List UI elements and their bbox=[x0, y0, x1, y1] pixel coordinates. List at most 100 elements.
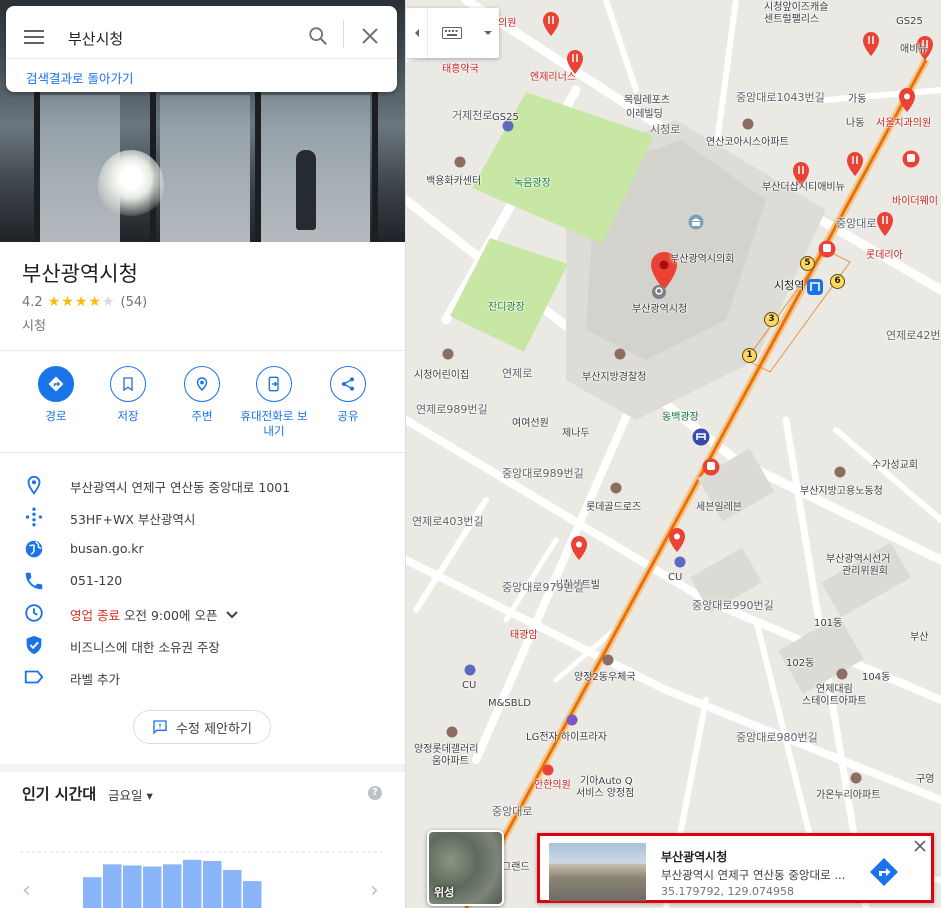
map-place-label[interactable]: 센트럴팰리스 bbox=[764, 14, 819, 26]
city-hall-icon[interactable] bbox=[651, 284, 667, 300]
map-place-label[interactable]: 부산광역시선거 bbox=[826, 554, 890, 566]
restaurant-pin-icon[interactable] bbox=[566, 50, 584, 74]
map-place-label[interactable]: 바이더웨이 bbox=[892, 196, 938, 208]
map-place-label[interactable]: 가동 bbox=[848, 94, 866, 106]
dental-pin-icon[interactable] bbox=[898, 88, 916, 112]
convenience-store-icon[interactable] bbox=[464, 664, 476, 676]
nearby-button[interactable]: 주변 bbox=[164, 366, 240, 424]
government-building-icon[interactable] bbox=[688, 214, 704, 230]
map-place-label[interactable]: 시청어린이집 bbox=[414, 370, 469, 382]
map-place-label[interactable]: 수가성교회 bbox=[872, 460, 918, 472]
metro-station-icon[interactable] bbox=[806, 278, 824, 296]
restaurant-pin-icon[interactable] bbox=[876, 212, 894, 236]
map-place-label[interactable]: 잔디광장 bbox=[488, 302, 525, 314]
subway-icon[interactable] bbox=[818, 240, 836, 258]
map-place-label[interactable]: 엔제리너스 bbox=[530, 72, 576, 84]
exit-5-marker[interactable]: 5 bbox=[800, 256, 815, 271]
map-place-label[interactable]: 시청앞이즈캐슬 bbox=[764, 2, 828, 14]
restaurant-pin-icon[interactable] bbox=[542, 12, 560, 36]
popular-times-bar[interactable] bbox=[143, 866, 162, 908]
map-place-label[interactable]: 가온누리아파트 bbox=[816, 790, 880, 802]
map-place-label[interactable]: 부산 bbox=[910, 632, 928, 644]
exit-3-marker[interactable]: 3 bbox=[764, 312, 779, 327]
map-place-label[interactable]: 양정2동우체국 bbox=[574, 672, 636, 684]
place-info-card[interactable]: 부산광역시청 부산광역시 연제구 연산동 중앙대로 ... 35.179792,… bbox=[537, 833, 934, 903]
restaurant-pin-icon[interactable] bbox=[846, 152, 864, 176]
popular-times-bar[interactable] bbox=[103, 864, 122, 908]
apartment-icon[interactable] bbox=[610, 482, 622, 494]
map-place-label[interactable]: GS25 bbox=[492, 112, 519, 124]
map-place-label[interactable]: 연산코아시스아파트 bbox=[706, 137, 789, 149]
directions-button[interactable]: 경로 bbox=[18, 366, 94, 424]
map-place-label[interactable]: 동백광장 bbox=[662, 412, 699, 424]
map-place-label[interactable]: 안한의원 bbox=[534, 780, 571, 792]
map-place-label[interactable]: 여여선원 bbox=[512, 418, 549, 430]
map-place-label[interactable]: 서울치과의원 bbox=[876, 118, 931, 130]
chevron-down-icon[interactable] bbox=[225, 610, 239, 620]
apartment-icon[interactable] bbox=[836, 668, 848, 680]
popular-times-bar[interactable] bbox=[183, 859, 202, 908]
rating-row[interactable]: 4.2 ★★★★★ (54) bbox=[22, 294, 147, 310]
map-place-label[interactable]: 그랜드 bbox=[502, 862, 530, 874]
menu-icon[interactable] bbox=[24, 30, 44, 46]
map-place-label[interactable]: CU bbox=[462, 680, 476, 692]
map-place-label[interactable]: 연제대림 bbox=[816, 684, 853, 696]
popular-times-bar[interactable] bbox=[203, 860, 222, 908]
map-place-label[interactable]: 기아Auto Q bbox=[580, 776, 633, 788]
map-place-label[interactable]: LG전자 하이프라자 bbox=[526, 732, 607, 744]
directions-icon[interactable] bbox=[868, 856, 900, 888]
map-place-label[interactable]: 부산광역시청 bbox=[632, 304, 687, 316]
label-row[interactable]: 라벨 추가 bbox=[0, 662, 405, 690]
map-place-label[interactable]: 롯데골드로즈 bbox=[586, 502, 641, 514]
convenience-store-icon[interactable] bbox=[674, 556, 686, 568]
suggest-edit-button[interactable]: 수정 제안하기 bbox=[133, 710, 271, 744]
popular-times-bar[interactable] bbox=[163, 864, 182, 908]
map-place-label[interactable]: 목림레포츠 bbox=[624, 95, 670, 107]
back-to-results-link[interactable]: 검색결과로 돌아가기 bbox=[26, 68, 133, 87]
map-place-label[interactable]: CU bbox=[668, 572, 682, 584]
map-place-label[interactable]: 롯데리아 bbox=[866, 250, 903, 262]
metro-station-icon[interactable] bbox=[692, 428, 710, 446]
help-icon[interactable]: ? bbox=[368, 786, 382, 800]
map-place-label[interactable]: 제나두 bbox=[562, 428, 590, 440]
map-place-label[interactable]: 백용화카센터 bbox=[426, 176, 481, 188]
map-canvas[interactable]: 5 6 3 1 의원 태흥약국 엔제리너스 GS25 거제천로 목림레포츠 이레빌딩 중앙대로… bbox=[406, 0, 941, 908]
close-icon[interactable] bbox=[360, 26, 380, 46]
street-view-thumbnail[interactable] bbox=[549, 843, 646, 901]
subway-icon[interactable] bbox=[902, 150, 920, 168]
collapse-panel-button[interactable] bbox=[406, 8, 428, 58]
send-to-phone-button[interactable]: 휴대전화로 보 내기 bbox=[236, 366, 312, 439]
day-select[interactable]: 금요일 ▾ bbox=[108, 785, 153, 804]
popular-times-bar[interactable] bbox=[123, 865, 142, 908]
phone-row[interactable]: 051-120 bbox=[0, 566, 405, 594]
save-button[interactable]: 저장 bbox=[90, 366, 166, 424]
post-office-icon[interactable] bbox=[602, 654, 614, 666]
map-place-label[interactable]: 시청역 bbox=[774, 280, 804, 292]
map-place-label[interactable]: 구영 bbox=[916, 774, 934, 786]
map-place-label[interactable]: 서비스 양정점 bbox=[576, 788, 634, 800]
map-place-label[interactable]: M&SBLD bbox=[488, 698, 531, 710]
apartment-icon[interactable] bbox=[742, 118, 754, 130]
chevron-left-icon[interactable]: ‹ bbox=[22, 878, 31, 903]
popular-times-bar[interactable] bbox=[223, 869, 242, 908]
website-row[interactable]: busan.go.kr bbox=[0, 534, 405, 562]
close-icon[interactable] bbox=[913, 839, 927, 853]
map-place-label[interactable]: 세븐일레븐 bbox=[696, 502, 742, 514]
exit-1-marker[interactable]: 1 bbox=[742, 348, 757, 363]
map-place-label[interactable]: 101동 bbox=[814, 618, 842, 630]
popular-times-bar[interactable] bbox=[243, 881, 262, 908]
map-place-label[interactable]: GS25 bbox=[896, 16, 923, 28]
map-place-label[interactable]: 태광암 bbox=[510, 630, 538, 642]
government-icon[interactable] bbox=[834, 466, 846, 478]
police-icon[interactable] bbox=[614, 348, 626, 360]
share-button[interactable]: 공유 bbox=[310, 366, 386, 424]
map-place-label[interactable]: 태흥약국 bbox=[442, 64, 479, 76]
map-place-label[interactable]: 움아파트 bbox=[432, 756, 469, 768]
plus-code-row[interactable]: 53HF+WX 부산광역시 bbox=[0, 502, 405, 530]
review-count[interactable]: (54) bbox=[121, 295, 148, 310]
chevron-right-icon[interactable]: › bbox=[370, 878, 379, 903]
map-place-label[interactable]: 나동 bbox=[846, 118, 864, 130]
red-poi-pin-icon[interactable] bbox=[570, 536, 588, 560]
input-tools-button[interactable] bbox=[428, 8, 476, 58]
place-category[interactable]: 시청 bbox=[22, 315, 46, 334]
